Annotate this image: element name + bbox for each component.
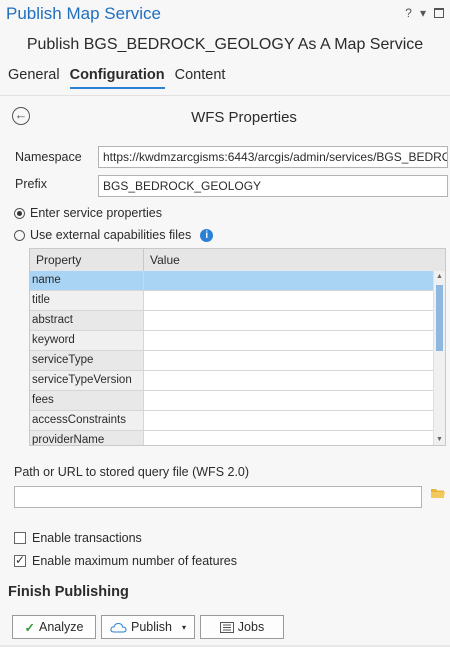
property-cell: providerName xyxy=(30,431,144,445)
table-row[interactable]: fees xyxy=(30,391,435,411)
maximize-icon[interactable] xyxy=(434,8,444,18)
value-cell[interactable] xyxy=(144,311,435,330)
table-row[interactable]: accessConstraints xyxy=(30,411,435,431)
tab-divider xyxy=(0,95,450,96)
table-row[interactable]: title xyxy=(30,291,435,311)
property-cell: fees xyxy=(30,391,144,410)
radio-enter-label: Enter service properties xyxy=(30,206,163,220)
info-icon[interactable]: i xyxy=(200,228,214,242)
property-cell: serviceTypeVersion xyxy=(30,371,144,390)
property-cell: abstract xyxy=(30,311,144,330)
checkbox-unchecked-icon xyxy=(14,532,26,544)
prefix-label: Prefix xyxy=(15,177,47,191)
table-row[interactable]: serviceType xyxy=(30,351,435,371)
scroll-thumb[interactable] xyxy=(436,285,443,351)
prefix-input[interactable]: BGS_BEDROCK_GEOLOGY xyxy=(98,175,448,197)
property-cell: title xyxy=(30,291,144,310)
tab-general[interactable]: General xyxy=(8,67,60,89)
jobs-icon xyxy=(219,621,234,633)
radio-enter-properties[interactable]: Enter service properties xyxy=(14,206,162,220)
finish-publishing-heading: Finish Publishing xyxy=(8,584,129,600)
stored-query-label: Path or URL to stored query file (WFS 2.… xyxy=(14,465,250,479)
properties-table: Property Value name title abstract keywo… xyxy=(29,248,446,446)
table-row[interactable]: name xyxy=(30,271,435,291)
scroll-down-icon[interactable]: ▼ xyxy=(436,436,443,443)
table-row[interactable]: abstract xyxy=(30,311,435,331)
dropdown-arrow-icon[interactable]: ▾ xyxy=(182,623,186,632)
scroll-up-icon[interactable]: ▲ xyxy=(436,273,443,280)
checkbox-checked-icon xyxy=(14,553,26,567)
cloud-icon xyxy=(110,622,127,632)
radio-external-capabilities[interactable]: Use external capabilities files i xyxy=(14,228,214,242)
table-scrollbar[interactable]: ▲ ▼ xyxy=(433,271,445,445)
property-cell: name xyxy=(30,271,144,290)
tab-content[interactable]: Content xyxy=(175,67,226,89)
value-cell[interactable] xyxy=(144,351,435,370)
enable-transactions-label: Enable transactions xyxy=(32,531,142,545)
value-cell[interactable] xyxy=(144,271,435,290)
folder-icon[interactable] xyxy=(431,488,445,499)
tab-configuration[interactable]: Configuration xyxy=(69,67,165,89)
table-header: Property Value xyxy=(30,249,445,272)
analyze-label: Analyze xyxy=(39,620,84,634)
radio-selected-icon xyxy=(14,207,25,219)
radio-unselected-icon xyxy=(14,229,25,241)
enable-transactions-checkbox[interactable]: Enable transactions xyxy=(14,531,142,545)
stored-query-input[interactable] xyxy=(14,486,422,508)
value-cell[interactable] xyxy=(144,371,435,390)
namespace-label: Namespace xyxy=(15,150,82,164)
radio-external-label: Use external capabilities files xyxy=(30,228,192,242)
value-cell[interactable] xyxy=(144,431,435,445)
enable-max-features-checkbox[interactable]: Enable maximum number of features xyxy=(14,553,237,568)
tab-bar: General Configuration Content xyxy=(8,67,225,89)
table-row[interactable]: keyword xyxy=(30,331,435,351)
enable-max-features-label: Enable maximum number of features xyxy=(32,554,237,568)
value-cell[interactable] xyxy=(144,331,435,350)
table-row[interactable]: serviceTypeVersion xyxy=(30,371,435,391)
help-button[interactable]: ? xyxy=(405,6,412,20)
checkmark-icon: ✓ xyxy=(24,620,35,635)
value-cell[interactable] xyxy=(144,391,435,410)
publish-button[interactable]: Publish ▾ xyxy=(101,615,195,639)
jobs-label: Jobs xyxy=(237,620,265,634)
property-cell: keyword xyxy=(30,331,144,350)
pane-title: Publish Map Service xyxy=(6,4,161,23)
value-cell[interactable] xyxy=(144,291,435,310)
table-row[interactable]: providerName xyxy=(30,431,435,445)
options-dropdown[interactable]: ▾ xyxy=(420,6,426,20)
property-cell: serviceType xyxy=(30,351,144,370)
table-body: name title abstract keyword serviceType … xyxy=(30,271,435,445)
property-cell: accessConstraints xyxy=(30,411,144,430)
value-cell[interactable] xyxy=(144,411,435,430)
column-header-value[interactable]: Value xyxy=(144,249,436,271)
publish-label: Publish xyxy=(130,620,172,634)
page-subtitle: Publish BGS_BEDROCK_GEOLOGY As A Map Ser… xyxy=(26,36,424,53)
column-header-property[interactable]: Property xyxy=(30,249,144,271)
analyze-button[interactable]: ✓ Analyze xyxy=(12,615,96,639)
pane-controls: ? ▾ xyxy=(405,6,444,20)
section-heading: WFS Properties xyxy=(191,109,297,126)
jobs-button[interactable]: Jobs xyxy=(200,615,284,639)
namespace-input[interactable]: https://kwdmzarcgisms:6443/arcgis/admin/… xyxy=(98,146,448,168)
